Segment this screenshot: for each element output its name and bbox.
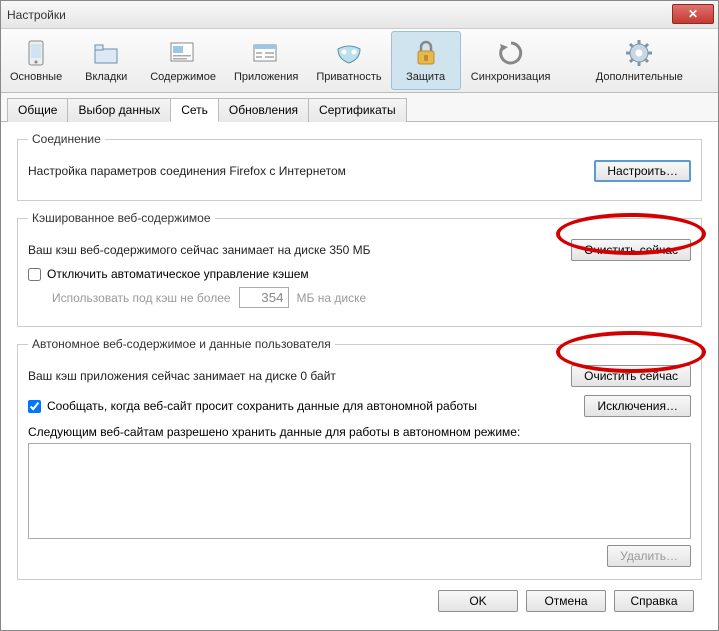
offline-delete-button[interactable]: Удалить…: [607, 545, 691, 567]
apps-icon: [244, 38, 288, 68]
category-label: Синхронизация: [470, 71, 552, 83]
cache-group: Кэшированное веб-содержимое Ваш кэш веб-…: [17, 211, 702, 327]
tab-certificates[interactable]: Сертификаты: [308, 98, 407, 122]
category-label: Защита: [400, 71, 452, 83]
offline-list-label: Следующим веб-сайтам разрешено хранить д…: [28, 425, 691, 439]
cache-limit-input[interactable]: [239, 287, 289, 308]
window-title: Настройки: [7, 8, 66, 22]
help-button[interactable]: Справка: [614, 590, 694, 612]
category-label: Содержимое: [150, 71, 216, 83]
tab-network[interactable]: Сеть: [170, 98, 219, 122]
category-label: Основные: [10, 71, 62, 83]
category-security[interactable]: Защита: [391, 31, 461, 90]
sync-icon: [489, 38, 533, 68]
category-content[interactable]: Содержимое: [141, 31, 225, 90]
dialog-buttons: OK Отмена Справка: [438, 590, 694, 612]
category-toolbar: Основные Вкладки Содержимое Приложения П…: [1, 29, 718, 93]
cache-limit-suffix: МБ на диске: [297, 291, 367, 305]
tab-content: Соединение Настройка параметров соединен…: [1, 122, 718, 600]
clear-cache-button[interactable]: Очистить сейчас: [571, 239, 691, 261]
category-label: Дополнительные: [570, 71, 709, 83]
cache-usage-text: Ваш кэш веб-содержимого сейчас занимает …: [28, 243, 571, 257]
offline-exceptions-button[interactable]: Исключения…: [584, 395, 691, 417]
offline-usage-text: Ваш кэш приложения сейчас занимает на ди…: [28, 369, 571, 383]
offline-notify-label: Сообщать, когда веб-сайт просит сохранит…: [47, 399, 477, 413]
connection-settings-button[interactable]: Настроить…: [594, 160, 691, 182]
category-advanced[interactable]: Дополнительные: [561, 31, 718, 90]
tab-updates[interactable]: Обновления: [218, 98, 309, 122]
tab-general[interactable]: Общие: [7, 98, 68, 122]
lock-icon: [404, 38, 448, 68]
category-basic[interactable]: Основные: [1, 31, 71, 90]
cache-legend: Кэшированное веб-содержимое: [28, 211, 215, 225]
category-tabs[interactable]: Вкладки: [71, 31, 141, 90]
phone-icon: [14, 38, 58, 68]
tab-data-choices[interactable]: Выбор данных: [67, 98, 171, 122]
close-icon: ✕: [688, 7, 698, 21]
titlebar: Настройки ✕: [1, 1, 718, 29]
cache-limit-prefix: Использовать под кэш не более: [52, 291, 231, 305]
override-cache-checkbox[interactable]: [28, 268, 41, 281]
gear-icon: [617, 38, 661, 68]
category-apps[interactable]: Приложения: [225, 31, 307, 90]
clear-offline-button[interactable]: Очистить сейчас: [571, 365, 691, 387]
connection-legend: Соединение: [28, 132, 105, 146]
offline-notify-checkbox[interactable]: [28, 400, 41, 413]
tabs-icon: [84, 38, 128, 68]
override-cache-label: Отключить автоматическое управление кэше…: [47, 267, 309, 281]
category-label: Приложения: [234, 71, 298, 83]
connection-text: Настройка параметров соединения Firefox …: [28, 164, 594, 178]
cancel-button[interactable]: Отмена: [526, 590, 606, 612]
mask-icon: [327, 38, 371, 68]
connection-group: Соединение Настройка параметров соединен…: [17, 132, 702, 201]
offline-group: Автономное веб-содержимое и данные польз…: [17, 337, 702, 580]
category-privacy[interactable]: Приватность: [307, 31, 390, 90]
offline-sites-listbox[interactable]: [28, 443, 691, 539]
ok-button[interactable]: OK: [438, 590, 518, 612]
content-icon: [161, 38, 205, 68]
category-sync[interactable]: Синхронизация: [461, 31, 561, 90]
category-label: Вкладки: [80, 71, 132, 83]
offline-legend: Автономное веб-содержимое и данные польз…: [28, 337, 335, 351]
subtabs: Общие Выбор данных Сеть Обновления Серти…: [1, 93, 718, 122]
category-label: Приватность: [316, 71, 381, 83]
close-button[interactable]: ✕: [672, 4, 714, 24]
